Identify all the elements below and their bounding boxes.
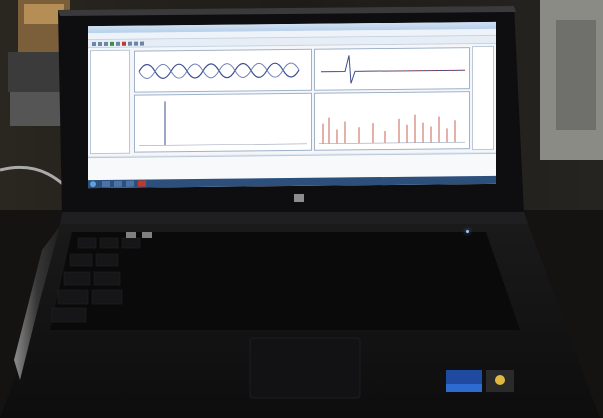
power-led: [466, 230, 469, 233]
run-icon: [110, 41, 114, 46]
windows-logo-dot: [495, 375, 505, 385]
brand-logo: [294, 194, 304, 202]
plot-top-left: [134, 48, 312, 93]
toolbar-icon: [134, 41, 138, 46]
touchpad: [249, 337, 361, 399]
intel-sticker-band: [446, 384, 482, 392]
left-device-highlight: [10, 92, 68, 126]
left-panel: [90, 49, 130, 155]
taskbar-app[interactable]: [126, 180, 134, 187]
toolbar-icon: [128, 41, 132, 46]
left-box-top: [24, 4, 64, 24]
toolbar-icon: [98, 41, 102, 46]
taskbar-app[interactable]: [114, 180, 122, 187]
waveform-plot: [138, 62, 300, 80]
taskbar-app[interactable]: [138, 180, 146, 187]
plot-top-right: [314, 47, 470, 91]
right-cabinet-vent: [556, 20, 596, 130]
taskbar-app[interactable]: [102, 180, 110, 187]
plot-bottom-left: [134, 92, 312, 153]
keyboard: [50, 232, 520, 330]
signal-plot: [321, 55, 465, 84]
toolbar-icon: [104, 41, 108, 46]
right-panel: [472, 45, 494, 151]
screen-display: [88, 21, 496, 189]
laptop-hinge: [60, 212, 528, 224]
toolbar-icon: [116, 41, 120, 46]
start-orb-icon[interactable]: [90, 181, 96, 188]
toolbar-icon: [92, 41, 96, 46]
workspace: [88, 43, 496, 157]
spectrum-plot: [319, 114, 465, 145]
stop-icon: [122, 41, 126, 46]
impulse-plot: [139, 101, 307, 146]
plot-bottom-right: [314, 91, 470, 151]
toolbar-icon: [140, 41, 144, 46]
